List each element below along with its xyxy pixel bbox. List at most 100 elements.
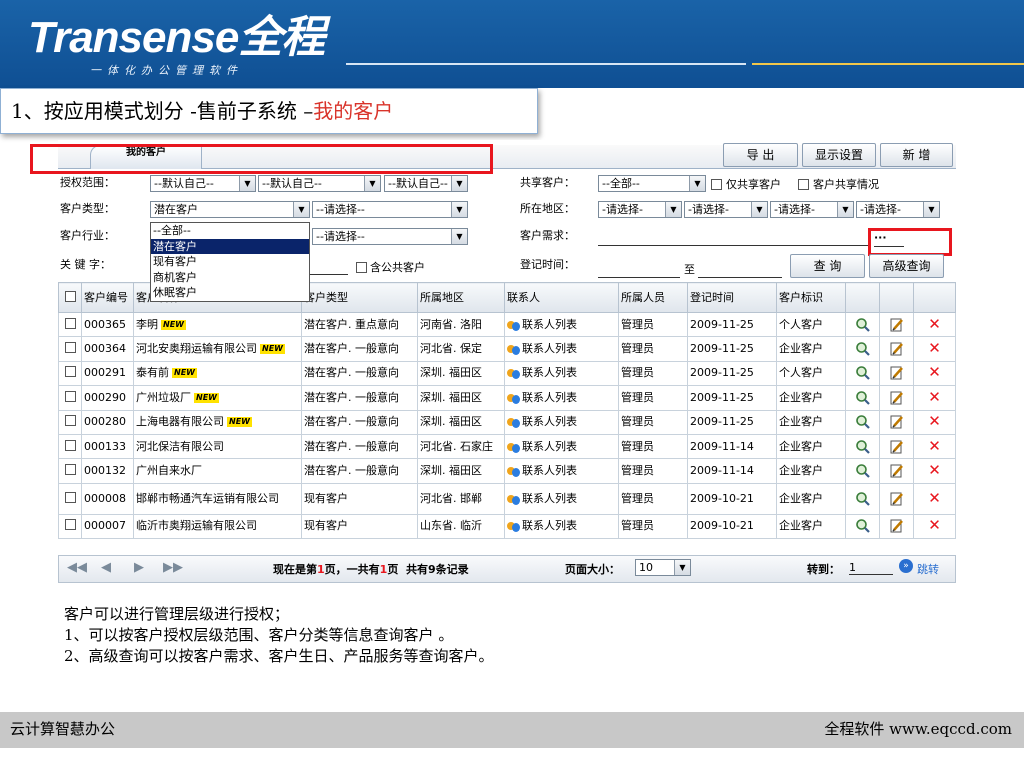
table-row[interactable]: 000290 广州垃圾厂 NEW 潜在客户. 一般意向 深圳. 福田区 联系人列表 管理员 2… <box>58 385 956 411</box>
cell-contact[interactable]: 联系人列表 <box>504 336 619 362</box>
reg-time-end-input[interactable] <box>698 262 782 278</box>
contact-list-link[interactable]: 联系人列表 <box>522 519 577 532</box>
view-icon[interactable] <box>855 518 871 534</box>
cell-delete[interactable]: ✕ <box>913 311 956 338</box>
col-header-id[interactable]: 客户编号 <box>81 282 134 313</box>
col-header-owner[interactable]: 所属人员 <box>618 282 688 313</box>
row-checkbox[interactable] <box>64 491 76 503</box>
view-icon[interactable] <box>855 414 871 430</box>
cell-view[interactable] <box>845 336 880 362</box>
col-header-region[interactable]: 所属地区 <box>417 282 505 313</box>
customer-subtype-select[interactable]: --请选择-- ▼ <box>312 201 468 218</box>
table-row[interactable]: 000007 临沂市奥翔运输有限公司 现有客户 山东省. 临沂 联系人列表 管理员 2009… <box>58 513 956 540</box>
region-select-2[interactable]: -请选择- ▼ <box>684 201 768 218</box>
shared-customer-select[interactable]: --全部-- ▼ <box>598 175 706 192</box>
col-header-date[interactable]: 登记时间 <box>687 282 777 313</box>
contact-list-link[interactable]: 联系人列表 <box>522 464 577 477</box>
dropdown-option-existing[interactable]: 现有客户 <box>151 254 309 270</box>
edit-icon[interactable] <box>889 439 905 455</box>
delete-icon[interactable]: ✕ <box>928 461 941 479</box>
cell-edit[interactable] <box>879 385 914 411</box>
customer-name[interactable]: 临沂市奥翔运输有限公司 <box>136 519 257 532</box>
cell-contact[interactable]: 联系人列表 <box>504 409 619 435</box>
view-icon[interactable] <box>855 317 871 333</box>
only-shared-checkbox[interactable] <box>711 179 722 190</box>
customer-type-select[interactable]: 潜在客户 ▼ <box>150 201 310 218</box>
row-checkbox[interactable] <box>64 415 76 427</box>
cell-delete[interactable]: ✕ <box>913 385 956 411</box>
share-status-checkbox[interactable] <box>798 179 809 190</box>
cell-edit[interactable] <box>879 311 914 338</box>
edit-icon[interactable] <box>889 390 905 406</box>
cell-delete[interactable]: ✕ <box>913 336 956 362</box>
auth-scope-select-3[interactable]: --默认自己-- ▼ <box>384 175 468 192</box>
contact-list-link[interactable]: 联系人列表 <box>522 492 577 505</box>
contact-list-link[interactable]: 联系人列表 <box>522 318 577 331</box>
col-header-tag[interactable]: 客户标识 <box>776 282 846 313</box>
cell-contact[interactable]: 联系人列表 <box>504 513 619 540</box>
query-button[interactable]: 查 询 <box>790 254 865 278</box>
next-page-icon[interactable]: ▶ <box>134 560 144 575</box>
goto-button[interactable]: 跳转 <box>917 561 939 577</box>
cell-edit[interactable] <box>879 336 914 362</box>
display-settings-button[interactable]: 显示设置 <box>802 143 876 167</box>
select-all-cell[interactable] <box>58 282 82 313</box>
select-all-checkbox[interactable] <box>64 290 76 302</box>
delete-icon[interactable]: ✕ <box>928 315 941 333</box>
customer-name[interactable]: 河北保洁有限公司 <box>136 440 224 453</box>
contact-list-link[interactable]: 联系人列表 <box>522 415 577 428</box>
row-checkbox[interactable] <box>64 519 76 531</box>
customer-name[interactable]: 河北安奥翔运输有限公司 <box>136 342 257 355</box>
table-row[interactable]: 000365 李明 NEW 潜在客户. 重点意向 河南省. 洛阳 联系人列表 管理员 2009… <box>58 311 956 338</box>
demand-field[interactable] <box>598 230 870 246</box>
row-checkbox[interactable] <box>64 317 76 329</box>
customer-type-dropdown[interactable]: --全部-- 潜在客户 现有客户 商机客户 休眠客户 <box>150 222 310 302</box>
cell-contact[interactable]: 联系人列表 <box>504 385 619 411</box>
cell-edit[interactable] <box>879 458 914 484</box>
cell-view[interactable] <box>845 385 880 411</box>
page-size-select[interactable]: 10 ▼ <box>635 559 691 576</box>
prev-page-icon[interactable]: ◀ <box>101 560 111 575</box>
table-row[interactable]: 000280 上海电器有限公司 NEW 潜在客户. 一般意向 深圳. 福田区 联系人列表管… <box>58 409 956 435</box>
cell-view[interactable] <box>845 433 880 460</box>
dropdown-option-opportunity[interactable]: 商机客户 <box>151 270 309 286</box>
view-icon[interactable] <box>855 491 871 507</box>
table-row[interactable]: 000364 河北安奥翔运输有限公司 NEW 潜在客户. 一般意向 河北省. 保定 联系人… <box>58 336 956 362</box>
reg-time-start-input[interactable] <box>598 262 680 278</box>
cell-name[interactable]: 李明 NEW <box>133 311 302 338</box>
auth-scope-select-2[interactable]: --默认自己-- ▼ <box>258 175 381 192</box>
row-select-cell[interactable] <box>58 433 82 460</box>
cell-edit[interactable] <box>879 482 914 515</box>
view-icon[interactable] <box>855 439 871 455</box>
customer-name[interactable]: 广州垃圾厂 <box>136 391 191 404</box>
dropdown-option-dormant[interactable]: 休眠客户 <box>151 285 309 301</box>
edit-icon[interactable] <box>889 341 905 357</box>
cell-contact[interactable]: 联系人列表 <box>504 311 619 338</box>
row-checkbox[interactable] <box>64 342 76 354</box>
contact-list-link[interactable]: 联系人列表 <box>522 391 577 404</box>
delete-icon[interactable]: ✕ <box>928 412 941 430</box>
edit-icon[interactable] <box>889 463 905 479</box>
edit-icon[interactable] <box>889 317 905 333</box>
row-select-cell[interactable] <box>58 482 82 515</box>
cell-name[interactable]: 上海电器有限公司 NEW <box>133 409 302 435</box>
row-checkbox[interactable] <box>64 390 76 402</box>
view-icon[interactable] <box>855 463 871 479</box>
goto-arrow-icon[interactable]: » <box>899 559 913 573</box>
view-icon[interactable] <box>855 390 871 406</box>
edit-icon[interactable] <box>889 365 905 381</box>
contact-list-link[interactable]: 联系人列表 <box>522 440 577 453</box>
cell-view[interactable] <box>845 409 880 435</box>
customer-name[interactable]: 上海电器有限公司 <box>136 415 224 428</box>
row-checkbox[interactable] <box>64 439 76 451</box>
row-select-cell[interactable] <box>58 458 82 484</box>
auth-scope-select-1[interactable]: --默认自己-- ▼ <box>150 175 256 192</box>
cell-name[interactable]: 河北保洁有限公司 <box>133 433 302 460</box>
customer-name[interactable]: 邯郸市畅通汽车运销有限公司 <box>136 492 279 505</box>
row-checkbox[interactable] <box>64 366 76 378</box>
view-icon[interactable] <box>855 365 871 381</box>
row-select-cell[interactable] <box>58 336 82 362</box>
cell-name[interactable]: 广州自来水厂 <box>133 458 302 484</box>
cell-name[interactable]: 河北安奥翔运输有限公司 NEW <box>133 336 302 362</box>
last-page-icon[interactable]: ▶▶ <box>163 560 183 575</box>
